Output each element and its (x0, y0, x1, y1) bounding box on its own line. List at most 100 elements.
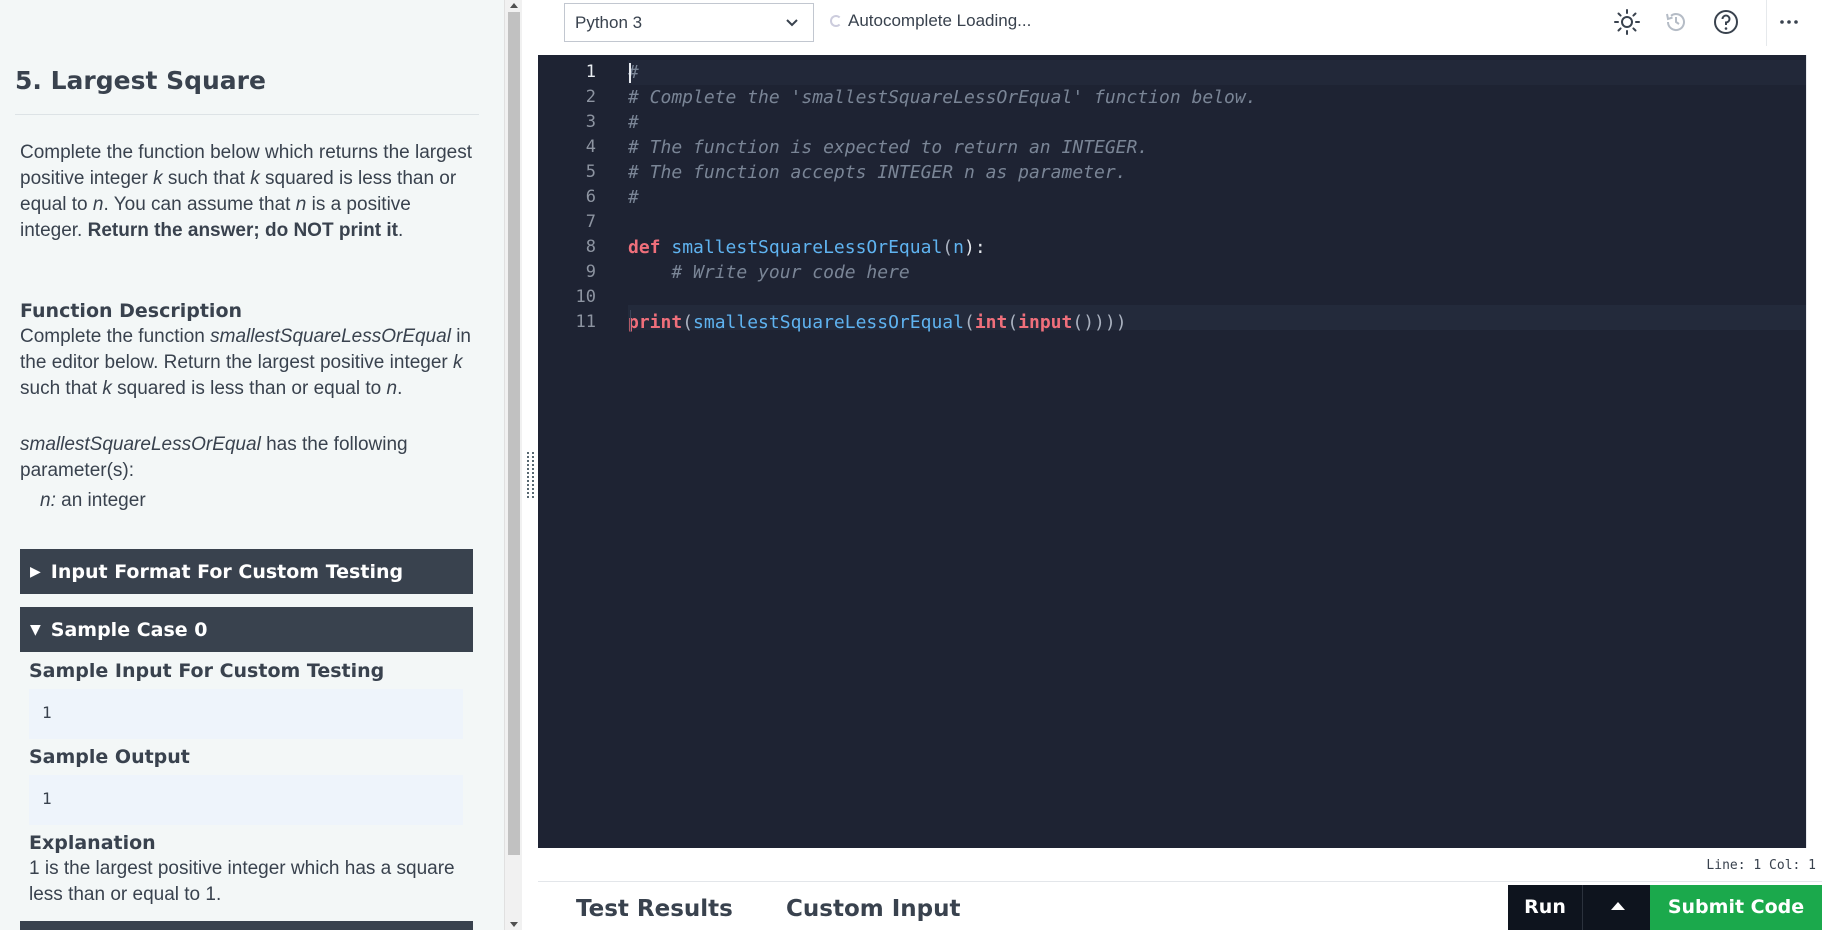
autocomplete-status: Autocomplete Loading... (830, 11, 1031, 31)
accordion-sample-case-0[interactable]: ▼ Sample Case 0 (20, 607, 473, 652)
line-number: 1 (585, 62, 596, 82)
statement-segment: k (250, 168, 260, 189)
code-editor[interactable]: 1 2 3 4 5 6 7 8 9 10 11 # # Complete the 'smallestS… (538, 55, 1806, 848)
problem-panel: 5. Largest Square Complete the function … (0, 0, 504, 930)
function-description-heading: Function Description (20, 300, 243, 322)
explanation-text: 1 is the largest positive integer which … (29, 858, 455, 905)
code-token: ( (942, 237, 954, 258)
statement-segment: n (92, 194, 104, 215)
accordion-sample-case-label: Sample Case 0 (50, 618, 208, 641)
title-divider (15, 114, 479, 115)
code-line[interactable]: # The function accepts INTEGER n as para… (628, 160, 1127, 185)
caret-up-icon (1611, 902, 1625, 910)
run-options-toggle[interactable] (1582, 885, 1650, 930)
history-icon[interactable] (1662, 8, 1690, 36)
fd-text: squared is less than or equal to (111, 378, 387, 399)
run-button[interactable]: Run (1508, 885, 1582, 930)
code-token: # Write your code here (671, 262, 910, 283)
submit-code-button[interactable]: Submit Code (1650, 885, 1822, 930)
help-icon[interactable] (1712, 8, 1740, 36)
line-number: 8 (585, 237, 596, 257)
fd-text: . (397, 378, 403, 399)
code-token: # (628, 187, 639, 208)
fd-var: n (386, 378, 398, 399)
code-line[interactable]: # Complete the 'smallestSquareLessOrEqua… (628, 85, 1257, 110)
code-token: # (628, 112, 639, 133)
statement-segment: n (295, 194, 307, 215)
autocomplete-status-text: Autocomplete Loading... (848, 11, 1032, 30)
fd-var: k (102, 378, 112, 399)
code-token: ( (682, 312, 694, 333)
language-select[interactable]: Python 3 (564, 3, 814, 42)
toolbar-separator (1766, 0, 1767, 46)
problem-title: 5. Largest Square (15, 66, 266, 95)
theme-sun-icon[interactable] (1613, 8, 1641, 36)
loading-spinner-icon (830, 15, 842, 27)
line-number: 9 (585, 262, 596, 282)
code-token: # The function is expected to return an … (628, 137, 1149, 158)
code-token: ( (963, 312, 975, 333)
line-number-gutter: 1 2 3 4 5 6 7 8 9 10 11 (538, 55, 628, 848)
text-cursor (629, 63, 631, 83)
scrollbar-thumb[interactable] (508, 12, 520, 855)
code-token: input (1018, 312, 1073, 333)
drag-handle-icon[interactable] (527, 452, 535, 500)
more-icon[interactable] (1775, 8, 1803, 36)
statement-segment: such that (162, 168, 251, 189)
sample-output-box: 1 (29, 775, 463, 825)
parameter-item: n: an integer (40, 488, 496, 514)
caret-down-icon: ▼ (30, 621, 41, 638)
cursor-position: Line: 1 Col: 1 (1706, 858, 1816, 873)
scroll-up-icon[interactable] (510, 3, 518, 8)
editor-status-bar: Line: 1 Col: 1 (538, 848, 1822, 882)
language-select-value: Python 3 (575, 13, 643, 32)
code-line[interactable]: # (628, 110, 639, 135)
sample-input-box: 1 (29, 689, 463, 739)
param-function-name: smallestSquareLessOrEqual (20, 434, 261, 455)
editor-toolbar: Python 3 Autocomplete Loading... (538, 0, 1822, 55)
code-token: def (628, 237, 661, 258)
code-token: n (953, 237, 964, 258)
code-line[interactable]: print(smallestSquareLessOrEqual(int(inpu… (628, 310, 1137, 335)
code-token: int (974, 312, 1008, 333)
line-number: 2 (585, 87, 596, 107)
code-token: # The function accepts INTEGER n as para… (628, 162, 1127, 183)
code-token: smallestSquareLessOrEqual (671, 237, 943, 258)
chevron-down-icon (786, 19, 798, 27)
active-line-highlight (628, 60, 1806, 85)
problem-statement: Complete the function below which return… (20, 140, 476, 244)
fd-var: k (453, 352, 463, 373)
problem-scrollbar[interactable] (504, 0, 522, 930)
line-number: 3 (585, 112, 596, 132)
accordion-next-section[interactable] (20, 921, 473, 930)
problem-content: 5. Largest Square Complete the function … (0, 0, 488, 930)
code-line[interactable]: # (628, 185, 639, 210)
code-line[interactable]: # The function is expected to return an … (628, 135, 1148, 160)
code-line[interactable]: # Write your code here (628, 260, 910, 285)
fd-text: Complete the function (20, 326, 211, 347)
fd-text: such that (20, 378, 103, 399)
scroll-down-icon[interactable] (510, 922, 518, 927)
line-number: 11 (575, 312, 596, 332)
line-number: 6 (585, 187, 596, 207)
sample-output-heading: Sample Output (29, 746, 190, 768)
tab-test-results[interactable]: Test Results (576, 896, 733, 922)
line-number: 7 (585, 212, 596, 232)
function-description-text: Complete the function smallestSquareLess… (20, 324, 476, 402)
code-token: ): (963, 237, 986, 258)
indent-guide (630, 310, 631, 332)
code-token: smallestSquareLessOrEqual (693, 312, 964, 333)
editor-panel: Python 3 Autocomplete Loading... 1 2 3 4… (538, 0, 1822, 930)
code-token: print (628, 312, 683, 333)
statement-segment: k (153, 168, 163, 189)
editor-scrollbar[interactable] (1806, 55, 1822, 848)
accordion-input-format[interactable]: ▶ Input Format For Custom Testing (20, 549, 473, 594)
accordion-input-format-label: Input Format For Custom Testing (50, 560, 404, 583)
tab-custom-input[interactable]: Custom Input (786, 896, 960, 922)
sample-input-heading: Sample Input For Custom Testing (29, 660, 385, 682)
bottom-action-bar: Test Results Custom Input Run Submit Cod… (538, 882, 1822, 930)
line-number: 10 (575, 287, 596, 307)
explanation-heading: Explanation (29, 832, 156, 854)
code-line[interactable]: def smallestSquareLessOrEqual(n): (628, 235, 986, 260)
